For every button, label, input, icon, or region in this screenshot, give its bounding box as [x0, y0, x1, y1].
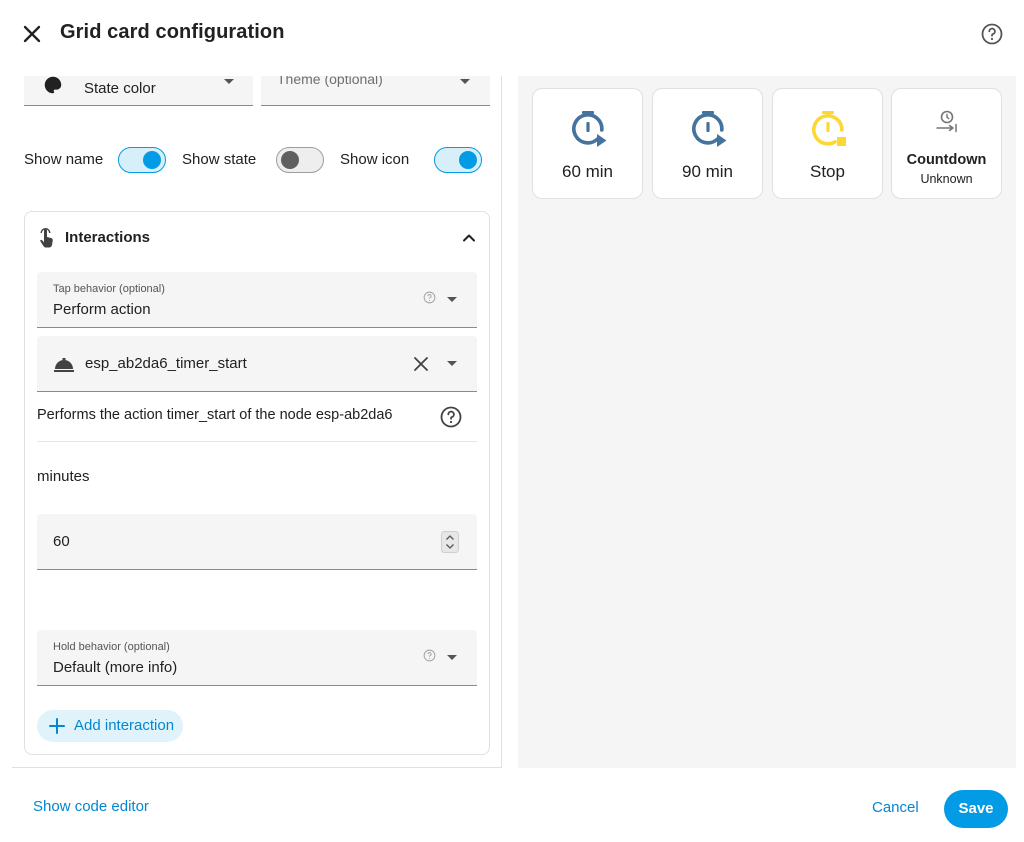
dialog-header: Grid card configuration — [0, 0, 1024, 68]
minutes-input[interactable]: 60 — [37, 514, 477, 570]
tile-countdown[interactable]: Countdown Unknown — [891, 88, 1002, 199]
number-spinner-icon[interactable] — [441, 531, 459, 553]
timer-stop-icon — [812, 111, 846, 146]
action-description: Performs the action timer_start of the n… — [37, 407, 393, 423]
plus-icon — [49, 718, 65, 734]
tap-behavior-value: Perform action — [53, 301, 151, 318]
show-name-label: Show name — [24, 151, 104, 168]
card-preview: 60 min 90 min Stop Countdown Unknown — [518, 76, 1016, 768]
state-color-label: State color — [84, 80, 156, 97]
chevron-down-icon — [224, 79, 234, 84]
tile-name: 60 min — [561, 162, 614, 181]
chevron-down-icon — [447, 655, 457, 660]
dialog: Grid card configuration State color Them… — [0, 0, 1024, 842]
timer-play-icon — [692, 111, 727, 147]
tile-60-min[interactable]: 60 min — [532, 88, 643, 199]
action-value: esp_ab2da6_timer_start — [85, 355, 247, 372]
show-code-editor-button[interactable]: Show code editor — [33, 798, 149, 815]
show-icon-label: Show icon — [340, 151, 410, 168]
tap-behavior-select[interactable]: Tap behavior (optional) Perform action — [37, 272, 477, 328]
clear-icon[interactable] — [413, 356, 429, 372]
add-interaction-label: Add interaction — [74, 717, 175, 734]
tap-behavior-label: Tap behavior (optional) — [53, 283, 165, 295]
show-name-switch[interactable] — [118, 147, 166, 173]
show-state-label: Show state — [182, 151, 257, 168]
palette-icon — [44, 76, 62, 94]
timer-play-icon — [572, 111, 607, 147]
hold-behavior-value: Default (more info) — [53, 659, 178, 676]
chevron-down-icon — [447, 297, 457, 302]
hold-behavior-select[interactable]: Hold behavior (optional) Default (more i… — [37, 630, 477, 686]
action-select[interactable]: esp_ab2da6_timer_start — [37, 336, 477, 392]
question-icon — [423, 649, 436, 662]
gesture-tap-icon — [40, 228, 53, 248]
minutes-label: minutes — [37, 468, 90, 485]
display-toggles: Show name Show state Show icon — [24, 146, 490, 174]
chevron-down-icon — [447, 361, 457, 366]
tile-90-min[interactable]: 90 min — [652, 88, 763, 199]
minutes-value: 60 — [53, 533, 70, 550]
show-state-switch[interactable] — [276, 147, 324, 173]
close-icon[interactable] — [18, 20, 46, 48]
save-button[interactable]: Save — [944, 790, 1008, 828]
add-interaction-button[interactable]: Add interaction — [37, 710, 183, 742]
divider — [37, 441, 477, 442]
dialog-title: Grid card configuration — [60, 21, 285, 43]
interactions-panel: Interactions Tap behavior (optional) Per… — [24, 211, 490, 755]
service-bell-icon — [54, 358, 74, 372]
tile-stop[interactable]: Stop — [772, 88, 883, 199]
help-circle-icon[interactable] — [980, 22, 1004, 46]
question-icon — [423, 291, 436, 304]
theme-select[interactable]: Theme (optional) — [261, 76, 490, 106]
timer-countdown-icon — [936, 110, 957, 133]
card-editor: State color Theme (optional) Show name S… — [12, 76, 502, 768]
cancel-button[interactable]: Cancel — [872, 799, 919, 816]
chevron-up-icon[interactable] — [459, 228, 479, 248]
state-color-select[interactable]: State color — [24, 76, 253, 106]
chevron-down-icon — [460, 79, 470, 84]
show-icon-switch[interactable] — [434, 147, 482, 173]
hold-behavior-label: Hold behavior (optional) — [53, 641, 170, 653]
interactions-title: Interactions — [65, 229, 151, 246]
tile-name: Stop — [810, 162, 845, 181]
help-circle-icon[interactable] — [439, 405, 463, 429]
tile-name: Countdown — [906, 152, 987, 168]
tile-name: 90 min — [681, 162, 734, 181]
tile-state: Unknown — [920, 172, 973, 186]
theme-placeholder: Theme (optional) — [277, 76, 383, 87]
